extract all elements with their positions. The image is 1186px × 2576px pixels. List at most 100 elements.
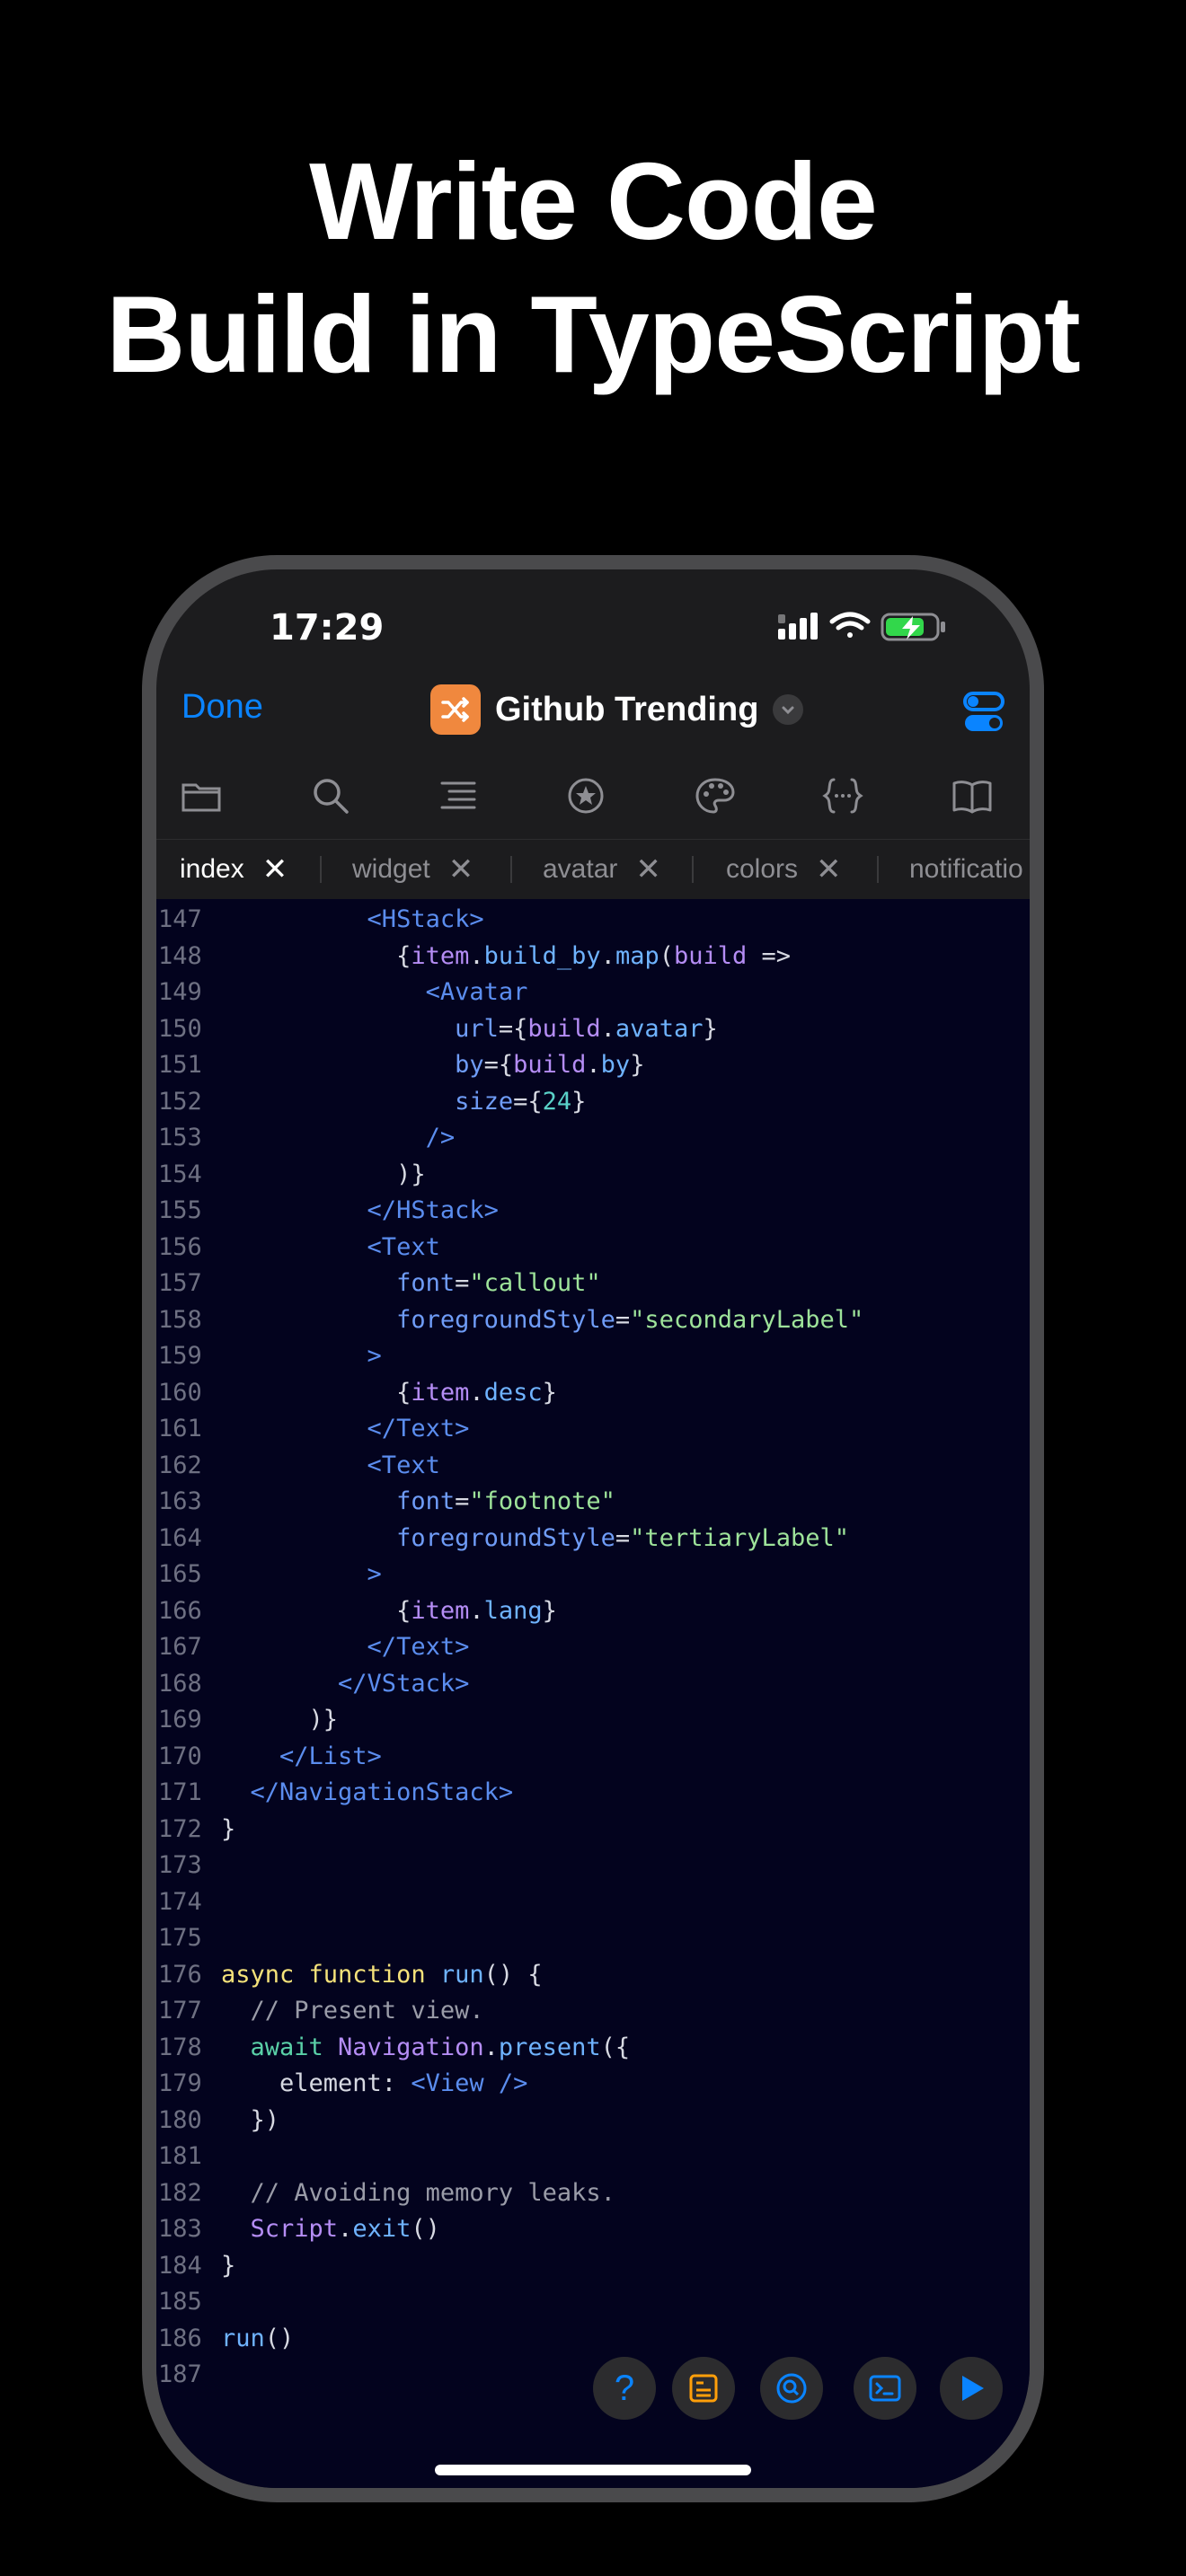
status-time: 17:29 bbox=[270, 607, 385, 648]
editor-toolbar bbox=[156, 758, 1030, 839]
tab-colors[interactable]: colors ✕ bbox=[726, 840, 842, 899]
code-line[interactable]: 154 )} bbox=[156, 1157, 1030, 1193]
code-token: } bbox=[542, 1378, 557, 1407]
palette-icon[interactable] bbox=[692, 772, 739, 819]
line-number: 162 bbox=[158, 1451, 202, 1479]
star-icon[interactable] bbox=[562, 772, 609, 819]
code-token: <Avatar bbox=[221, 978, 528, 1006]
code-token: { bbox=[221, 1378, 412, 1407]
code-line[interactable]: 182 // Avoiding memory leaks. bbox=[156, 2175, 1030, 2211]
code-line[interactable]: 181 bbox=[156, 2139, 1030, 2175]
line-content: await Navigation.present({ bbox=[221, 2030, 631, 2066]
tab-label: widget bbox=[352, 854, 430, 884]
help-button[interactable]: ? bbox=[593, 2357, 656, 2420]
code-line[interactable]: 151 by={build.by} bbox=[156, 1047, 1030, 1083]
code-line[interactable]: 158 foregroundStyle="secondaryLabel" bbox=[156, 1302, 1030, 1338]
code-token: . bbox=[469, 1596, 484, 1625]
code-line[interactable]: 155 </HStack> bbox=[156, 1193, 1030, 1229]
line-number: 166 bbox=[158, 1596, 202, 1625]
console-button[interactable] bbox=[854, 2357, 916, 2420]
settings-toggle-icon[interactable] bbox=[961, 690, 1006, 735]
project-title-menu[interactable]: Github Trending bbox=[430, 684, 804, 735]
close-icon[interactable]: ✕ bbox=[635, 854, 661, 885]
code-token: size bbox=[221, 1087, 514, 1116]
tab-index[interactable]: index ✕ bbox=[180, 840, 288, 899]
code-token: "secondaryLabel" bbox=[630, 1305, 864, 1334]
code-line[interactable]: 160 {item.desc} bbox=[156, 1375, 1030, 1411]
book-icon[interactable] bbox=[949, 772, 996, 819]
code-line[interactable]: 168 </VStack> bbox=[156, 1666, 1030, 1702]
folder-icon[interactable] bbox=[178, 772, 225, 819]
code-line[interactable]: 183 Script.exit() bbox=[156, 2211, 1030, 2247]
code-line[interactable]: 156 <Text bbox=[156, 1230, 1030, 1266]
code-line[interactable]: 170 </List> bbox=[156, 1739, 1030, 1775]
code-token: <Text bbox=[221, 1451, 440, 1479]
code-line[interactable]: 185 bbox=[156, 2284, 1030, 2320]
close-icon[interactable]: ✕ bbox=[448, 854, 474, 885]
outline-icon[interactable] bbox=[435, 772, 482, 819]
tab-label: avatar bbox=[543, 854, 618, 884]
line-number: 157 bbox=[158, 1269, 202, 1297]
code-line[interactable]: 162 <Text bbox=[156, 1448, 1030, 1484]
line-number: 177 bbox=[158, 1997, 202, 2025]
close-icon[interactable]: ✕ bbox=[262, 854, 288, 885]
tab-widget[interactable]: widget ✕ bbox=[352, 840, 474, 899]
code-line[interactable]: 173 bbox=[156, 1848, 1030, 1883]
code-line[interactable]: 149 <Avatar bbox=[156, 975, 1030, 1010]
tab-notifications[interactable]: notificatio bbox=[909, 840, 1023, 899]
code-line[interactable]: 178 await Navigation.present({ bbox=[156, 2030, 1030, 2066]
line-number: 167 bbox=[158, 1633, 202, 1661]
code-token: // Present view. bbox=[221, 1997, 484, 2025]
code-line[interactable]: 153 /> bbox=[156, 1120, 1030, 1156]
code-line[interactable]: 164 foregroundStyle="tertiaryLabel" bbox=[156, 1521, 1030, 1557]
code-editor[interactable]: 147 <HStack> 148 {item.build_by.map(build… bbox=[156, 899, 1030, 2488]
done-button[interactable]: Done bbox=[181, 688, 263, 727]
line-number: 148 bbox=[158, 941, 202, 970]
code-line[interactable]: 165 > bbox=[156, 1557, 1030, 1592]
code-line[interactable]: 174 bbox=[156, 1884, 1030, 1920]
code-token: = bbox=[455, 1487, 470, 1515]
search-icon[interactable] bbox=[307, 772, 354, 819]
run-button[interactable] bbox=[940, 2357, 1003, 2420]
line-number: 156 bbox=[158, 1232, 202, 1261]
line-content: </Text> bbox=[221, 1411, 470, 1447]
code-line[interactable]: 172} bbox=[156, 1812, 1030, 1848]
code-line[interactable]: 180 }) bbox=[156, 2103, 1030, 2139]
code-line[interactable]: 152 size={24} bbox=[156, 1084, 1030, 1120]
code-line[interactable]: 159 > bbox=[156, 1338, 1030, 1374]
code-token: . bbox=[483, 2033, 499, 2061]
code-line[interactable]: 184} bbox=[156, 2248, 1030, 2284]
code-line[interactable]: 169 )} bbox=[156, 1702, 1030, 1738]
code-line[interactable]: 175 bbox=[156, 1920, 1030, 1956]
code-line[interactable]: 179 element: <View /> bbox=[156, 2066, 1030, 2102]
code-line[interactable]: 147 <HStack> bbox=[156, 902, 1030, 938]
code-line[interactable]: 176 async function run() { bbox=[156, 1957, 1030, 1993]
code-line[interactable]: 163 font="footnote" bbox=[156, 1484, 1030, 1520]
code-line[interactable]: 177 // Present view. bbox=[156, 1993, 1030, 2029]
line-number: 176 bbox=[158, 1960, 202, 1989]
preview-button[interactable] bbox=[672, 2357, 735, 2420]
line-content: by={build.by} bbox=[221, 1047, 644, 1083]
line-content: > bbox=[221, 1338, 382, 1374]
tab-avatar[interactable]: avatar ✕ bbox=[543, 840, 661, 899]
line-number: 153 bbox=[158, 1124, 202, 1151]
code-line[interactable]: 148 {item.build_by.map(build => bbox=[156, 939, 1030, 975]
braces-icon[interactable] bbox=[819, 772, 866, 819]
inspect-button[interactable] bbox=[760, 2357, 823, 2420]
code-token: { bbox=[221, 1596, 412, 1625]
tab-divider bbox=[692, 856, 694, 883]
code-line[interactable]: 161 </Text> bbox=[156, 1411, 1030, 1447]
code-line[interactable]: 157 font="callout" bbox=[156, 1266, 1030, 1301]
code-line[interactable]: 171 </NavigationStack> bbox=[156, 1775, 1030, 1811]
line-number: 150 bbox=[158, 1014, 202, 1043]
line-content: </List> bbox=[221, 1739, 382, 1775]
code-line[interactable]: 167 </Text> bbox=[156, 1629, 1030, 1665]
tab-label: notificatio bbox=[909, 854, 1023, 884]
line-number: 186 bbox=[158, 2324, 202, 2352]
line-content: url={build.avatar} bbox=[221, 1011, 718, 1047]
magnify-icon bbox=[776, 2373, 807, 2404]
code-line[interactable]: 186 run() bbox=[156, 2321, 1030, 2357]
close-icon[interactable]: ✕ bbox=[816, 854, 842, 885]
code-line[interactable]: 166 {item.lang} bbox=[156, 1593, 1030, 1629]
code-line[interactable]: 150 url={build.avatar} bbox=[156, 1011, 1030, 1047]
